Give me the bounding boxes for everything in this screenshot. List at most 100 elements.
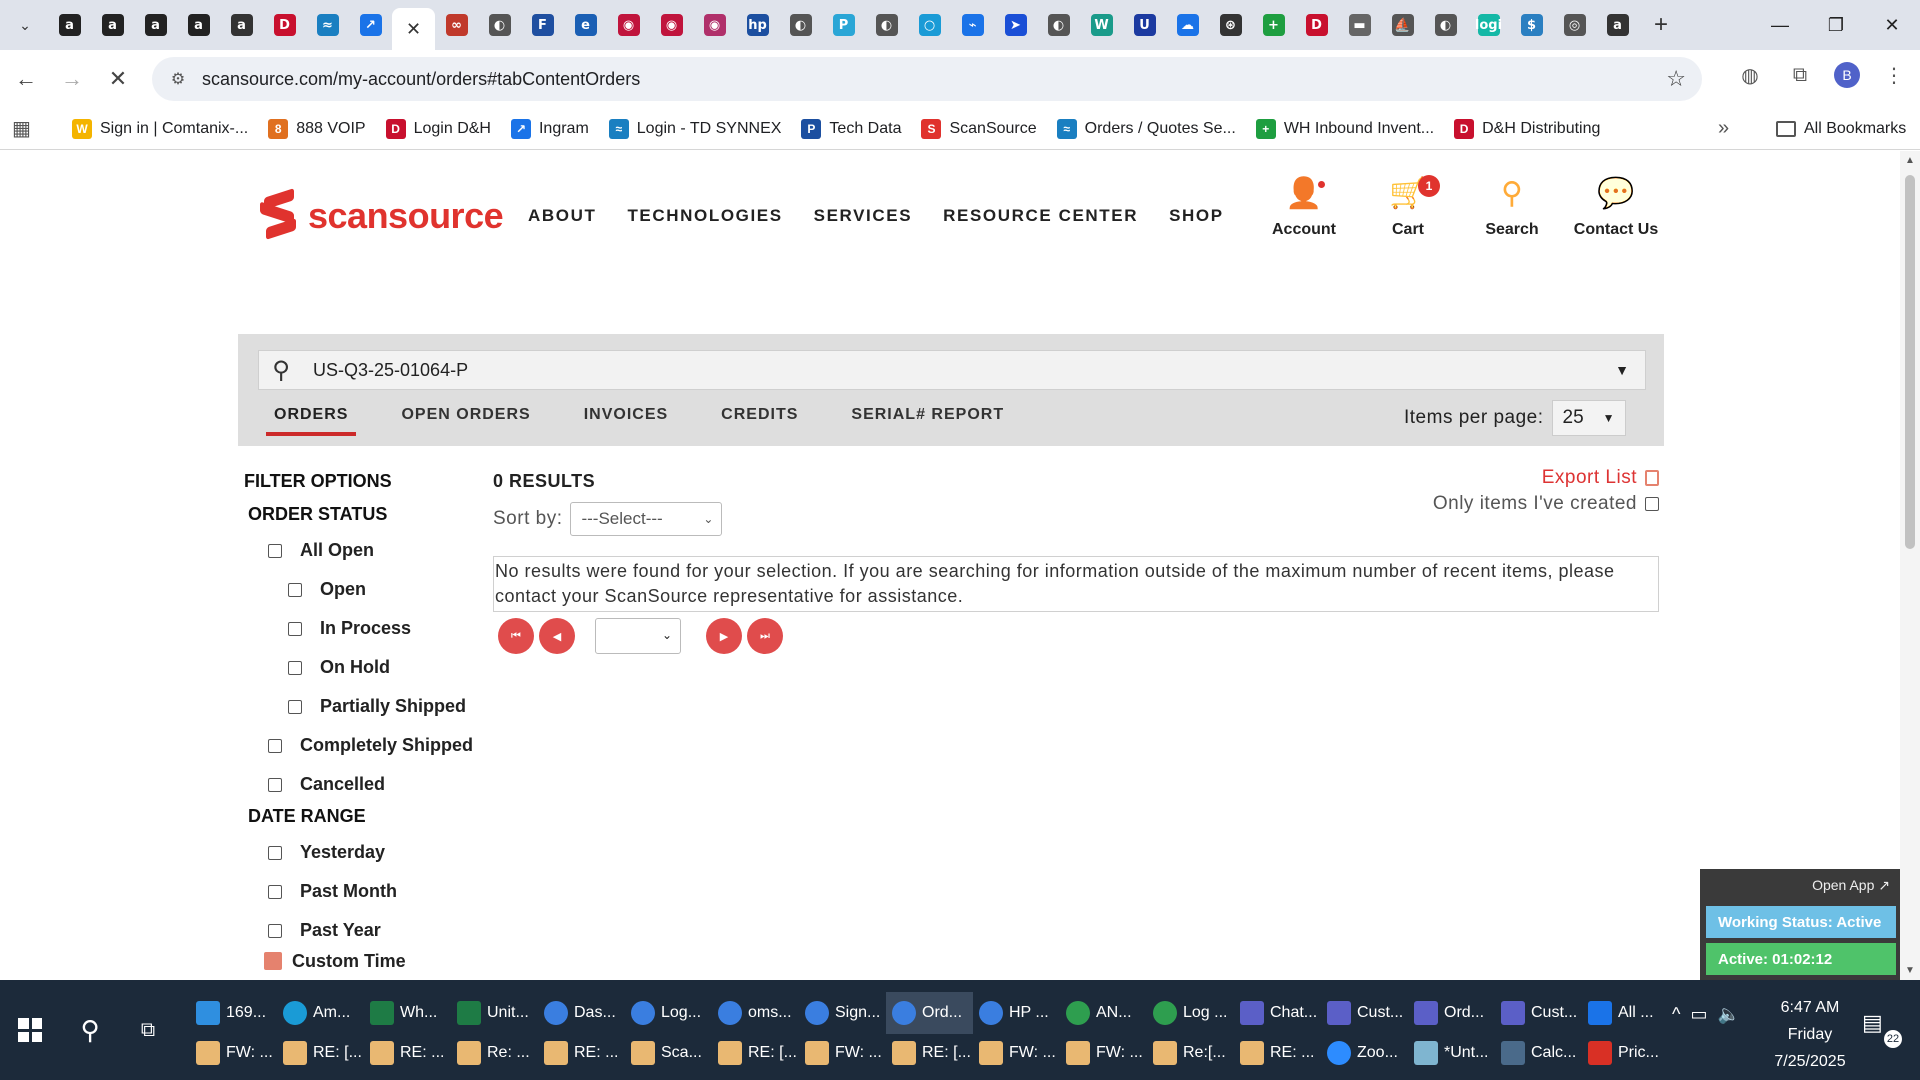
browser-tab[interactable]: ∞	[435, 7, 478, 43]
date-checkbox[interactable]	[268, 923, 282, 938]
taskbar-app[interactable]: Ord...	[886, 992, 973, 1034]
browser-tab[interactable]: ↗	[349, 7, 392, 43]
browser-tab[interactable]: D	[1295, 7, 1338, 43]
tab-search-chevron-icon[interactable]: ⌄	[10, 10, 40, 40]
notifications-icon[interactable]: ▤ 22	[1862, 1010, 1902, 1050]
taskbar-app[interactable]: Wh...	[364, 992, 451, 1034]
tab-serial-report[interactable]: SERIAL# REPORT	[851, 400, 1004, 432]
omnibox[interactable]: ⚙ scansource.com/my-account/orders#tabCo…	[152, 57, 1702, 101]
taskbar-app[interactable]: RE: ...	[1234, 1032, 1321, 1074]
browser-tab[interactable]: F	[521, 7, 564, 43]
browser-tab[interactable]: ◎	[1553, 7, 1596, 43]
browser-tab[interactable]: ◐	[1424, 7, 1467, 43]
taskbar-app[interactable]: FW: ...	[799, 1032, 886, 1074]
order-status-option[interactable]: Open	[288, 570, 484, 609]
search-dropdown-caret-icon[interactable]: ▼	[1615, 362, 1629, 378]
browser-tab[interactable]: ○	[908, 7, 951, 43]
browser-tab[interactable]: ◐	[1037, 7, 1080, 43]
taskbar-app[interactable]: Zoo...	[1321, 1032, 1408, 1074]
page-scrollbar[interactable]: ▲ ▼	[1900, 151, 1920, 980]
browser-tab[interactable]: +	[1252, 7, 1295, 43]
taskbar-app[interactable]: RE: ...	[538, 1032, 625, 1074]
taskbar-app[interactable]: RE: [...	[712, 1032, 799, 1074]
scroll-up-icon[interactable]: ▲	[1904, 155, 1916, 166]
forward-arrow-icon[interactable]: →	[52, 59, 92, 99]
date-checkbox[interactable]	[268, 845, 282, 860]
bookmark-item[interactable]: W Sign in | Comtanix-...	[72, 118, 248, 139]
open-app-link[interactable]: Open App ↗	[1812, 877, 1890, 894]
taskbar-app[interactable]: Pric...	[1582, 1032, 1669, 1074]
new-tab-button[interactable]: +	[1643, 7, 1679, 43]
order-status-option[interactable]: Cancelled	[268, 765, 484, 804]
last-page-icon[interactable]: ⏭	[747, 618, 783, 654]
translate-globe-icon[interactable]: ◍	[1734, 59, 1766, 91]
taskbar-app[interactable]: AN...	[1060, 992, 1147, 1034]
task-view-icon[interactable]: ⧉	[128, 1010, 168, 1050]
date-range-option[interactable]: Past Month	[268, 872, 484, 911]
tab-orders[interactable]: ORDERS	[265, 400, 357, 436]
taskbar-app[interactable]: FW: ...	[190, 1032, 277, 1074]
next-page-icon[interactable]: ▶	[706, 618, 742, 654]
bookmarks-overflow-icon[interactable]: »	[1718, 117, 1729, 140]
tab-credits[interactable]: CREDITS	[721, 400, 798, 432]
order-status-option[interactable]: On Hold	[288, 648, 484, 687]
status-checkbox[interactable]	[288, 660, 302, 675]
nav-technologies[interactable]: TECHNOLOGIES	[627, 206, 782, 226]
browser-tab[interactable]: logi	[1467, 7, 1510, 43]
taskbar-app[interactable]: oms...	[712, 992, 799, 1034]
browser-tab[interactable]: e	[564, 7, 607, 43]
taskbar-app[interactable]: Am...	[277, 992, 364, 1034]
browser-tab[interactable]: P	[822, 7, 865, 43]
apps-grid-icon[interactable]: ▦	[12, 116, 52, 141]
browser-tab[interactable]: a	[177, 7, 220, 43]
order-search-input[interactable]	[313, 359, 1573, 381]
bookmark-item[interactable]: ≈ Login - TD SYNNEX	[608, 118, 781, 139]
working-status-badge[interactable]: Working Status: Active	[1706, 906, 1896, 938]
scroll-down-icon[interactable]: ▼	[1904, 965, 1916, 976]
custom-time-option[interactable]: Custom Time	[264, 950, 484, 972]
browser-tab[interactable]: ◐	[865, 7, 908, 43]
date-checkbox[interactable]	[268, 884, 282, 899]
browser-tab[interactable]: ◐	[779, 7, 822, 43]
bookmark-item[interactable]: 8 888 VOIP	[268, 118, 366, 139]
url-text[interactable]: scansource.com/my-account/orders#tabCont…	[202, 69, 640, 90]
taskbar-search-icon[interactable]: ⚲	[70, 1010, 110, 1050]
taskbar-app[interactable]: Sca...	[625, 1032, 712, 1074]
taskbar-app[interactable]: Das...	[538, 992, 625, 1034]
all-bookmarks-button[interactable]: All Bookmarks	[1776, 120, 1906, 138]
browser-tab[interactable]: W	[1080, 7, 1123, 43]
browser-tab[interactable]: D	[263, 7, 306, 43]
windows-start-icon[interactable]	[10, 1010, 50, 1050]
taskbar-app[interactable]: 169...	[190, 992, 277, 1034]
taskbar-app[interactable]: *Unt...	[1408, 1032, 1495, 1074]
first-page-icon[interactable]: ⏮	[498, 618, 534, 654]
taskbar-app[interactable]: RE: [...	[277, 1032, 364, 1074]
order-status-option[interactable]: Partially Shipped	[288, 687, 484, 726]
browser-tab[interactable]: ◐	[478, 7, 521, 43]
tab-invoices[interactable]: INVOICES	[584, 400, 668, 432]
scansource-logo[interactable]: scansource	[260, 188, 504, 240]
close-window-icon[interactable]: ✕	[1864, 0, 1920, 50]
browser-tab[interactable]: $	[1510, 7, 1553, 43]
tab-open-orders[interactable]: OPEN ORDERS	[401, 400, 530, 432]
prev-page-icon[interactable]: ◀	[539, 618, 575, 654]
taskbar-app[interactable]: Re:[...	[1147, 1032, 1234, 1074]
browser-tab[interactable]: ✕	[392, 8, 435, 50]
order-status-option[interactable]: All Open	[268, 531, 484, 570]
taskbar-app[interactable]: Log ...	[1147, 992, 1234, 1034]
bookmark-item[interactable]: D D&H Distributing	[1454, 118, 1600, 139]
date-range-option[interactable]: Yesterday	[268, 833, 484, 872]
nav-about[interactable]: ABOUT	[528, 206, 596, 226]
taskbar-app[interactable]: RE: [...	[886, 1032, 973, 1074]
browser-tab[interactable]: ≈	[306, 7, 349, 43]
header-link-cart[interactable]: 🛒 1 Cart	[1356, 171, 1460, 239]
taskbar-app[interactable]: Cust...	[1495, 992, 1582, 1034]
export-list-link[interactable]: Export List	[1542, 467, 1659, 489]
browser-tab[interactable]: ☁	[1166, 7, 1209, 43]
bookmark-item[interactable]: S ScanSource	[921, 118, 1037, 139]
status-checkbox[interactable]	[288, 621, 302, 636]
browser-tab[interactable]: a	[1596, 7, 1639, 43]
header-link-search[interactable]: ⚲ Search	[1460, 171, 1564, 239]
bookmark-star-icon[interactable]: ☆	[1666, 66, 1686, 92]
volume-icon[interactable]: 🔈	[1717, 1004, 1739, 1025]
